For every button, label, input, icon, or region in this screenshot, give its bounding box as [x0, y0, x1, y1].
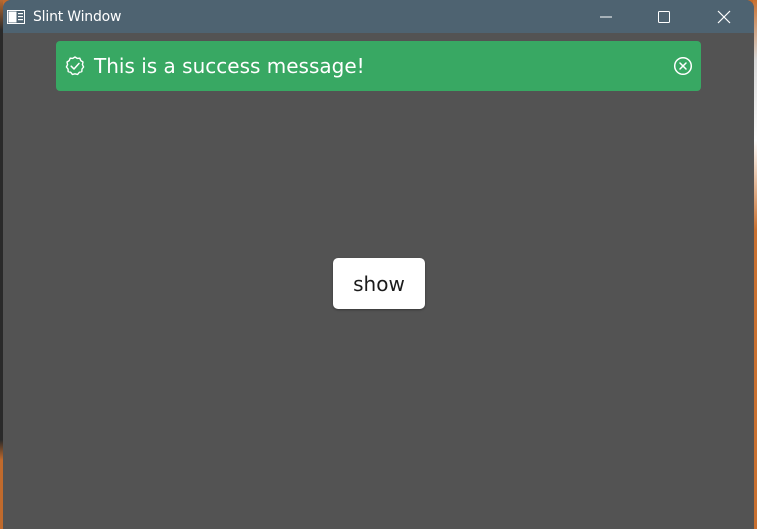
- close-window-button[interactable]: [695, 0, 753, 33]
- app-window: Slint Window This is a success message!: [3, 0, 754, 529]
- maximize-icon: [658, 10, 670, 23]
- app-window-icon: [7, 10, 25, 24]
- maximize-button[interactable]: [635, 0, 693, 33]
- close-circle-icon[interactable]: [672, 55, 694, 77]
- show-button[interactable]: show: [333, 258, 425, 309]
- minimize-icon: [600, 16, 612, 17]
- window-title: Slint Window: [33, 9, 122, 25]
- close-icon: [717, 10, 731, 23]
- minimize-button[interactable]: [577, 0, 635, 33]
- success-toast: This is a success message!: [56, 41, 701, 91]
- title-bar[interactable]: Slint Window: [3, 0, 754, 33]
- toast-message: This is a success message!: [94, 54, 365, 78]
- check-circle-icon: [65, 56, 85, 76]
